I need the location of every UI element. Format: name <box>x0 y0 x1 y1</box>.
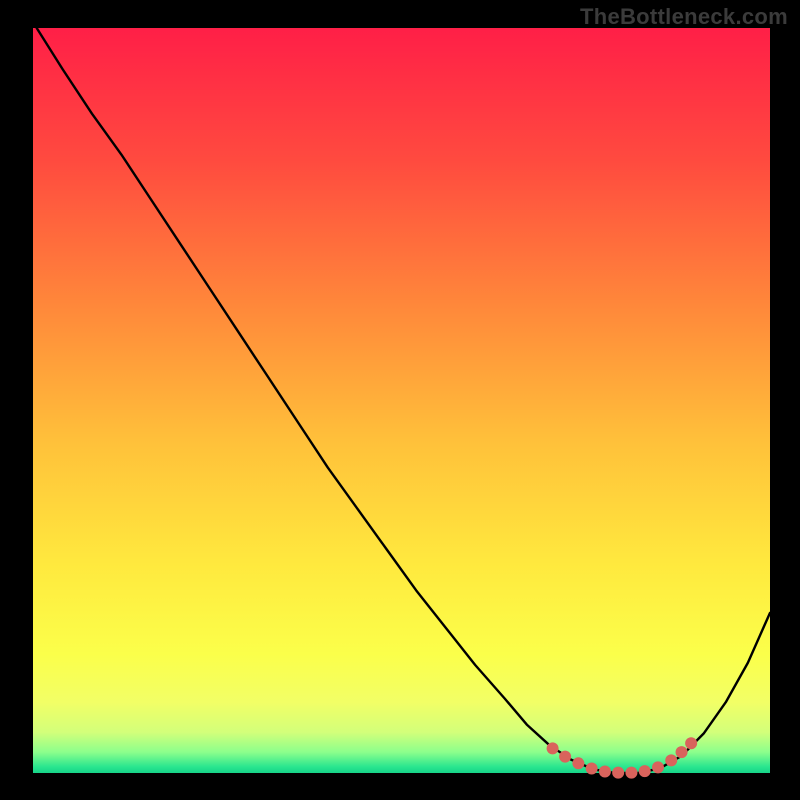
optimal-dot <box>586 763 598 775</box>
optimal-dot <box>639 765 651 777</box>
optimal-dot <box>665 754 677 766</box>
optimal-dot <box>652 761 664 773</box>
optimal-dot <box>612 767 624 779</box>
optimal-dot <box>625 767 637 779</box>
optimal-dot <box>572 757 584 769</box>
optimal-dot <box>676 746 688 758</box>
plot-background <box>33 28 770 773</box>
optimal-dot <box>685 737 697 749</box>
chart-frame: { "watermark": "TheBottleneck.com", "cha… <box>0 0 800 800</box>
optimal-dot <box>547 742 559 754</box>
optimal-dot <box>559 751 571 763</box>
bottleneck-chart <box>0 0 800 800</box>
optimal-dot <box>599 766 611 778</box>
